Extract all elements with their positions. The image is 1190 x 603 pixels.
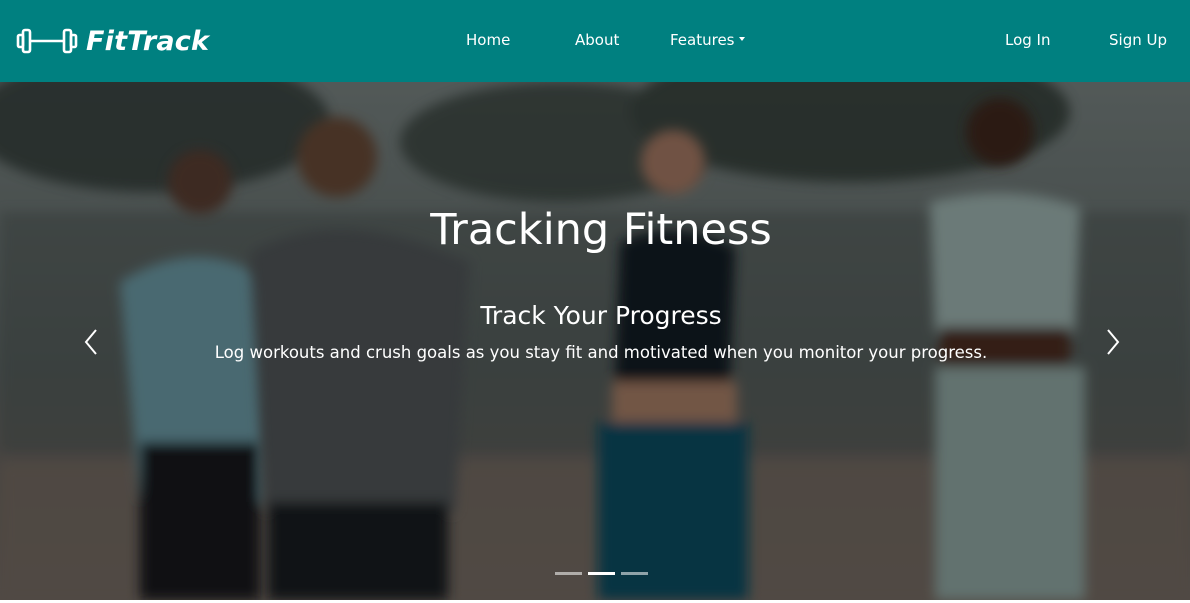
nav-features-label: Features (670, 31, 735, 49)
carousel-indicator-3[interactable] (621, 572, 648, 575)
dumbbell-icon (16, 27, 78, 55)
carousel-indicators (555, 572, 648, 575)
slide-description: Log workouts and crush goals as you stay… (214, 343, 988, 362)
carousel-indicator-2[interactable] (588, 572, 615, 575)
slide-heading: Track Your Progress (480, 301, 722, 330)
carousel-indicator-1[interactable] (555, 572, 582, 575)
chevron-left-icon (84, 329, 97, 355)
caret-down-icon (738, 36, 745, 41)
brand-name: FitTrack (86, 25, 210, 57)
nav-home-link[interactable]: Home (466, 30, 510, 50)
hero-title: Tracking Fitness (430, 205, 772, 255)
hero-dark-overlay (0, 82, 1190, 600)
chevron-right-icon (1107, 329, 1120, 355)
login-link[interactable]: Log In (1005, 30, 1051, 50)
brand-logo-link[interactable]: FitTrack (16, 22, 209, 60)
top-navbar: FitTrack Home About Features Log In Sign… (0, 0, 1190, 82)
carousel-prev-button[interactable] (76, 327, 106, 357)
nav-about-link[interactable]: About (575, 30, 619, 50)
signup-link[interactable]: Sign Up (1109, 30, 1167, 50)
carousel-next-button[interactable] (1098, 327, 1128, 357)
nav-features-dropdown[interactable]: Features (670, 30, 745, 50)
hero-carousel: Tracking Fitness Track Your Progress Log… (0, 82, 1190, 600)
